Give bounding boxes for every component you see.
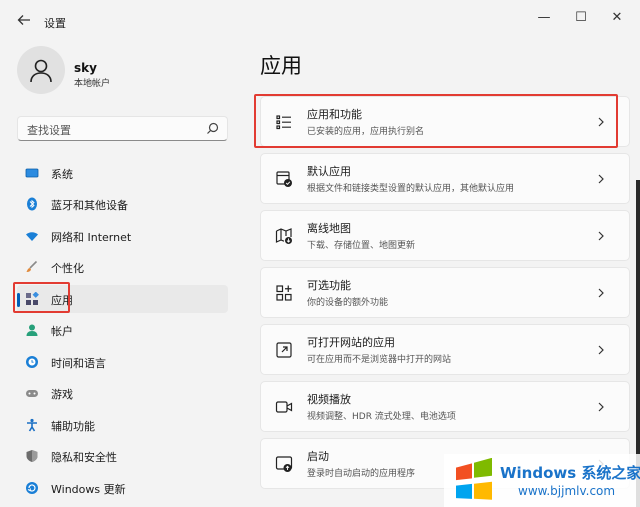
sidebar-item-gaming[interactable]: 游戏	[17, 379, 228, 407]
open-in-app-icon	[276, 342, 292, 358]
gamepad-icon	[26, 390, 38, 397]
back-button[interactable]	[14, 12, 34, 32]
title-bar: 设置 — ☐ ✕	[0, 0, 640, 44]
sidebar-item-privacy[interactable]: 隐私和安全性	[17, 442, 228, 470]
sidebar-item-label: Windows 更新	[51, 483, 126, 496]
card-apps-for-websites[interactable]: 可打开网站的应用 可在应用而不是浏览器中打开的网站	[260, 324, 630, 375]
wifi-icon	[26, 232, 38, 241]
sidebar-item-network[interactable]: 网络和 Internet	[17, 222, 228, 250]
watermark-url: www.bjjmlv.com	[518, 484, 616, 498]
optional-features-icon	[276, 285, 292, 301]
globe-clock-icon	[26, 356, 38, 368]
update-icon	[26, 482, 38, 494]
sidebar-item-label: 帐户	[51, 325, 73, 338]
card-title: 启动	[307, 450, 329, 463]
apps-features-highlight-box	[254, 94, 618, 148]
card-description: 视频调整、HDR 流式处理、电池选项	[307, 412, 456, 422]
sidebar-item-label: 蓝牙和其他设备	[51, 199, 128, 212]
sidebar-item-label: 系统	[51, 168, 73, 181]
sidebar-item-label: 游戏	[51, 388, 73, 401]
sidebar-item-label: 个性化	[51, 262, 84, 275]
chevron-right-icon	[598, 288, 604, 298]
sidebar-item-bluetooth[interactable]: 蓝牙和其他设备	[17, 190, 228, 218]
sidebar-item-windows-update[interactable]: Windows 更新	[17, 474, 228, 502]
windows-logo-icon	[456, 458, 492, 500]
minimize-button[interactable]: —	[530, 8, 558, 28]
card-description: 登录时自动启动的应用程序	[307, 469, 416, 479]
system-icon	[25, 168, 39, 178]
account-type: 本地帐户	[74, 79, 111, 89]
page-title: 应用	[260, 54, 302, 78]
sidebar-item-accessibility[interactable]: 辅助功能	[17, 411, 228, 439]
chevron-right-icon	[598, 231, 604, 241]
card-description: 根据文件和链接类型设置的默认应用，其他默认应用	[307, 184, 515, 194]
sidebar-item-label: 辅助功能	[51, 420, 95, 433]
sidebar-item-personalization[interactable]: 个性化	[17, 253, 228, 281]
person-avatar-icon	[30, 59, 52, 83]
close-button[interactable]: ✕	[603, 8, 631, 28]
video-icon	[275, 401, 293, 413]
card-offline-maps[interactable]: 离线地图 下载、存储位置、地图更新	[260, 210, 630, 261]
search-icon	[207, 122, 219, 134]
sidebar-item-label: 时间和语言	[51, 357, 106, 370]
accessibility-icon	[27, 418, 37, 432]
sidebar-item-time-language[interactable]: 时间和语言	[17, 348, 228, 376]
card-description: 下载、存储位置、地图更新	[307, 241, 416, 251]
sidebar-item-label: 网络和 Internet	[51, 231, 132, 244]
chevron-right-icon	[598, 174, 604, 184]
card-description: 你的设备的额外功能	[307, 298, 389, 308]
sidebar-item-accounts[interactable]: 帐户	[17, 316, 228, 344]
watermark-title: Windows 系统之家	[500, 464, 640, 482]
person-icon	[26, 324, 38, 336]
maximize-button[interactable]: ☐	[567, 8, 595, 28]
startup-icon	[275, 456, 293, 472]
window-title: 设置	[44, 17, 66, 30]
back-arrow-icon	[17, 15, 30, 25]
brush-icon	[26, 260, 38, 272]
card-video-playback[interactable]: 视频播放 视频调整、HDR 流式处理、电池选项	[260, 381, 630, 432]
card-title: 视频播放	[307, 393, 351, 406]
map-icon	[275, 228, 292, 244]
default-apps-icon	[276, 171, 292, 187]
bluetooth-icon	[27, 197, 37, 211]
avatar[interactable]	[17, 46, 65, 94]
card-title: 可选功能	[307, 279, 351, 292]
card-description: 可在应用而不是浏览器中打开的网站	[307, 355, 452, 365]
card-title: 离线地图	[307, 222, 351, 235]
shield-icon	[26, 450, 38, 462]
watermark: Windows 系统之家 www.bjjmlv.com	[444, 454, 640, 507]
card-default-apps[interactable]: 默认应用 根据文件和链接类型设置的默认应用，其他默认应用	[260, 153, 630, 204]
chevron-right-icon	[598, 402, 604, 412]
card-title: 默认应用	[307, 165, 351, 178]
sidebar-item-system[interactable]: 系统	[17, 159, 228, 187]
search-placeholder: 查找设置	[27, 124, 71, 137]
sidebar-item-label: 隐私和安全性	[51, 451, 117, 464]
card-title: 可打开网站的应用	[307, 336, 395, 349]
apps-highlight-box	[13, 282, 70, 313]
card-optional-features[interactable]: 可选功能 你的设备的额外功能	[260, 267, 630, 318]
chevron-right-icon	[598, 345, 604, 355]
user-name: sky	[74, 61, 97, 75]
search-input[interactable]: 查找设置	[17, 116, 228, 141]
